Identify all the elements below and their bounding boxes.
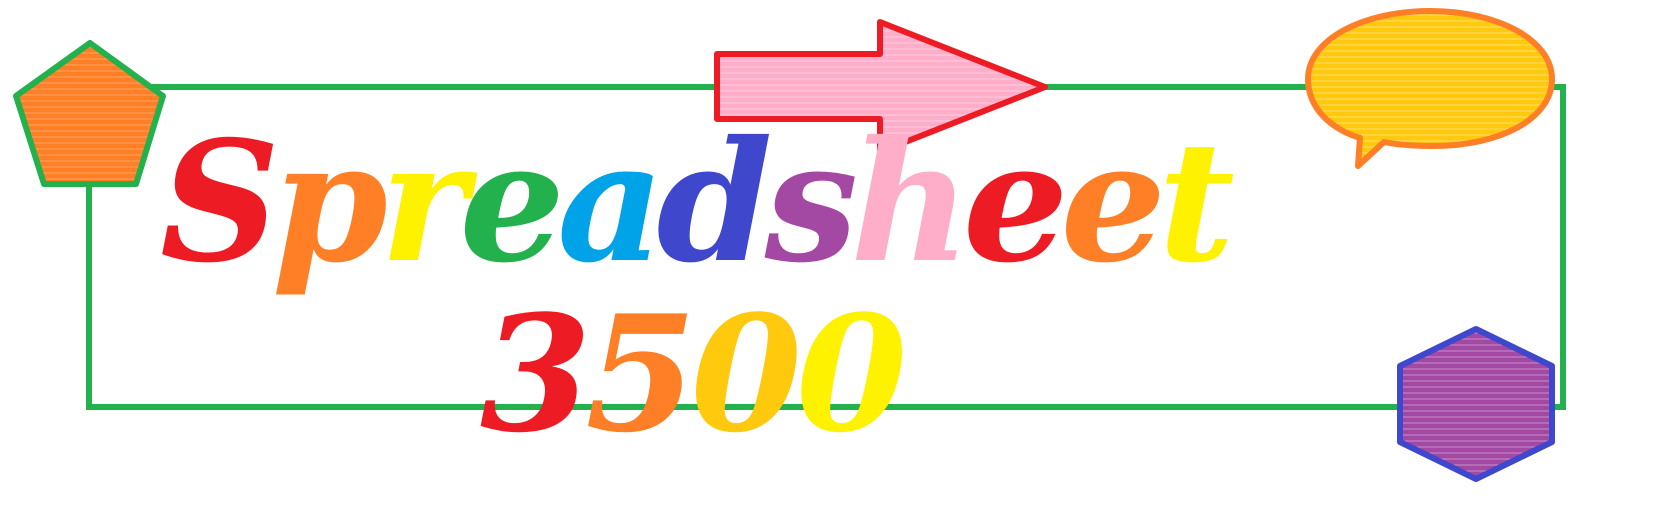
logo-letter-4: a (557, 105, 665, 300)
logo-letter-1: p (271, 105, 388, 300)
logo-title-word: Spreadsheet (160, 105, 1235, 300)
logo-title-number: 3500 (480, 280, 907, 468)
logo-letter-10: t (1158, 105, 1235, 300)
logo-letter-0: S (160, 105, 280, 300)
logo-letter-3: e (459, 105, 565, 300)
pentagon-icon (13, 40, 166, 187)
logo-letter-2: r (379, 105, 468, 300)
speech-bubble-icon (1305, 8, 1555, 169)
logo-letter-9: e (1060, 105, 1167, 300)
logo-letter-8: e (962, 105, 1069, 300)
logo-letter-6: s (764, 105, 859, 300)
logo-letter-5: d (656, 105, 773, 300)
logo-digit-0: 3 (480, 280, 591, 468)
logo-letter-7: h (850, 105, 971, 300)
hexagon-icon (1397, 326, 1555, 482)
logo-digit-3: 0 (795, 280, 907, 468)
logo-digit-1: 5 (585, 280, 696, 468)
logo-digit-2: 0 (690, 280, 802, 468)
